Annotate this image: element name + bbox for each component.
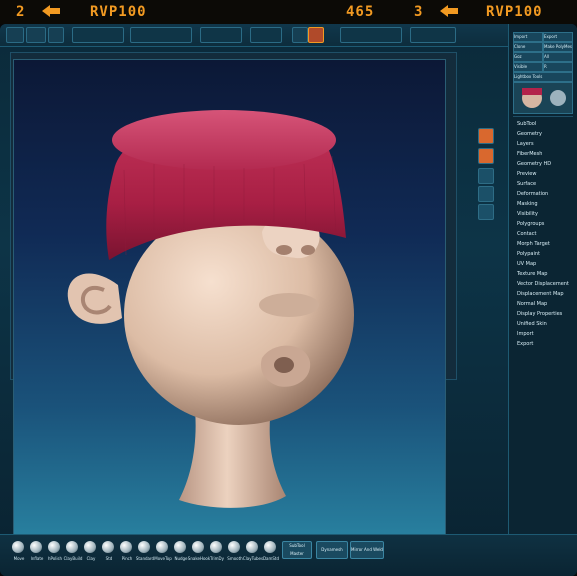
mirror-weld-button[interactable]: Mirror And Weld (350, 541, 384, 559)
frame-counter: 465 (346, 4, 375, 20)
film-label-b: RVP100 (486, 4, 543, 20)
frame-number-b: 3 (414, 4, 424, 20)
menu-unified-skin[interactable]: Unified Skin (517, 320, 573, 329)
menu-vector-displacement[interactable]: Vector Displacement (517, 280, 573, 289)
lightbox-tools-button[interactable]: Lightbox Tools (513, 72, 573, 82)
menu-polypaint[interactable]: Polypaint (517, 250, 573, 259)
goz-button[interactable]: Goz (513, 52, 543, 62)
menu-uv-map[interactable]: UV Map (517, 260, 573, 269)
frame-button[interactable] (478, 128, 494, 144)
menu-subtool[interactable]: SubTool (517, 120, 573, 129)
frame-arrow-icon (440, 5, 458, 17)
toolbar-slider[interactable] (250, 27, 282, 43)
menu-visibility[interactable]: Visibility (517, 210, 573, 219)
tool-palette: Import Export Clone Make PolyMesh3D Goz … (508, 24, 577, 576)
film-strip-header: 2 RVP100 465 3 RVP100 (0, 0, 577, 24)
document-canvas[interactable] (14, 60, 445, 554)
menu-layers[interactable]: Layers (517, 140, 573, 149)
frame-arrow-icon (42, 5, 60, 17)
menu-geometry-hd[interactable]: Geometry HD (517, 160, 573, 169)
menu-masking[interactable]: Masking (517, 200, 573, 209)
clone-button[interactable]: Clone (513, 42, 543, 52)
scale-button[interactable] (478, 168, 494, 184)
tool-thumbnail-icon (522, 88, 566, 108)
top-toolbar (0, 24, 577, 47)
make-polymesh-button[interactable]: Make PolyMesh3D (543, 42, 573, 52)
menu-export[interactable]: Export (517, 340, 573, 349)
r-button[interactable]: R (543, 62, 573, 72)
visible-button[interactable]: Visible (513, 62, 543, 72)
menu-morph-target[interactable]: Morph Target (517, 240, 573, 249)
menu-import[interactable]: Import (517, 330, 573, 339)
hat-top (112, 110, 336, 170)
toolbar-button[interactable] (26, 27, 46, 43)
dynamesh-button[interactable]: Dynamesh (316, 541, 348, 559)
rotate-button[interactable] (478, 186, 494, 202)
toolbar-slider[interactable] (130, 27, 192, 43)
export-button[interactable]: Export (543, 32, 573, 42)
toolbar-button[interactable] (6, 27, 24, 43)
menu-normal-map[interactable]: Normal Map (517, 300, 573, 309)
film-label-a: RVP100 (90, 4, 147, 20)
menu-texture-map[interactable]: Texture Map (517, 270, 573, 279)
toolbar-slider[interactable] (200, 27, 242, 43)
toolbar-slider[interactable] (72, 27, 124, 43)
menu-fibermesh[interactable]: FiberMesh (517, 150, 573, 159)
toolbar-button[interactable] (292, 27, 308, 43)
toolbar-slider[interactable] (340, 27, 402, 43)
side-tool-strip (474, 128, 496, 238)
menu-preview[interactable]: Preview (517, 170, 573, 179)
menu-display-properties[interactable]: Display Properties (517, 310, 573, 319)
all-button[interactable]: All (543, 52, 573, 62)
move-button[interactable] (478, 148, 494, 164)
toolbar-toggle-active[interactable] (308, 27, 324, 43)
bottom-shelf: Move Inflate hPolish ClayBuild Clay Std … (0, 534, 577, 576)
app-window: Import Export Clone Make PolyMesh3D Goz … (0, 24, 577, 576)
sculpt-model[interactable] (14, 60, 445, 554)
menu-polygroups[interactable]: Polygroups (517, 220, 573, 229)
current-tool-thumbnail[interactable] (513, 82, 573, 114)
panel-divider (513, 116, 573, 117)
menu-geometry[interactable]: Geometry (517, 130, 573, 139)
menu-deformation[interactable]: Deformation (517, 190, 573, 199)
menu-displacement-map[interactable]: Displacement Map (517, 290, 573, 299)
menu-contact[interactable]: Contact (517, 230, 573, 239)
ear (67, 273, 122, 324)
toolbar-slider[interactable] (410, 27, 456, 43)
subtool-master-button[interactable]: SubTool Master (282, 541, 312, 559)
polyframe-button[interactable] (478, 204, 494, 220)
import-button[interactable]: Import (513, 32, 543, 42)
menu-surface[interactable]: Surface (517, 180, 573, 189)
brush-damstd[interactable]: DamStd (260, 539, 282, 569)
toolbar-button[interactable] (48, 27, 64, 43)
frame-number-a: 2 (16, 4, 26, 20)
